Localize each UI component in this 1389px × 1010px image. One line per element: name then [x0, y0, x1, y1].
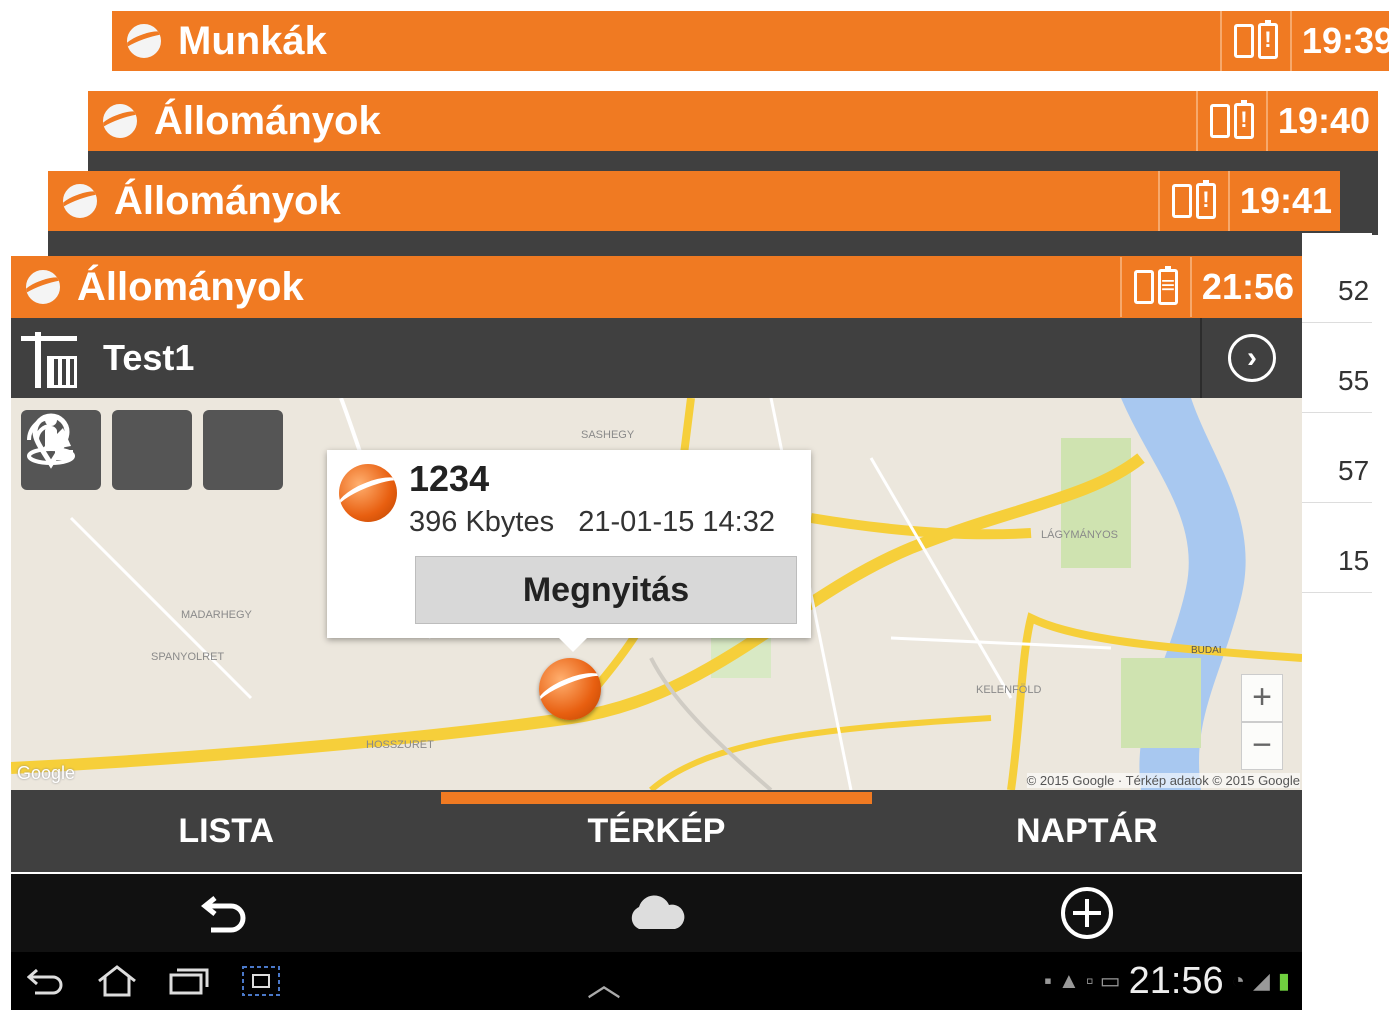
map-place-label: SPANYOLRET — [151, 651, 224, 663]
map-view[interactable]: SASHEGY MADARHEGY SPANYOLRET HOSSZURET L… — [11, 398, 1302, 790]
device-status-icon — [1160, 180, 1228, 219]
project-details-button[interactable]: › — [1202, 334, 1302, 382]
notification-icons: ▪ ▲ ▫ ▭ — [1044, 968, 1121, 993]
sync-button[interactable] — [441, 874, 871, 952]
back-button[interactable] — [11, 874, 441, 952]
map-copyright[interactable]: © 2015 Google · Térkép adatok © 2015 Goo… — [1026, 773, 1300, 788]
recent-apps-icon[interactable] — [167, 965, 211, 997]
crane-icon — [21, 328, 81, 388]
file-name: 1234 — [409, 458, 490, 499]
list-item: 52 — [1302, 233, 1372, 323]
clock: 21:56 — [1201, 266, 1294, 307]
clock: 19:39 — [1301, 20, 1389, 61]
device-status-icon[interactable] — [1122, 266, 1190, 305]
cloud-icon — [632, 895, 685, 929]
screenshot-icon[interactable] — [239, 965, 283, 997]
chevron-up-icon[interactable]: ︿ — [587, 957, 1044, 1006]
map-road-label: BUDAI — [1191, 645, 1222, 656]
device-status-icon — [1222, 20, 1290, 59]
file-logo-icon — [339, 464, 397, 522]
list-item: 55 — [1302, 323, 1372, 413]
clock: 19:40 — [1277, 100, 1370, 141]
home-icon[interactable] — [95, 965, 139, 997]
signal-strength-icon: ◢ — [1252, 968, 1270, 993]
project-name: Test1 — [103, 337, 195, 378]
tab-lista[interactable]: LISTA — [11, 790, 441, 872]
system-clock: 21:56 — [1128, 959, 1224, 1002]
add-circle-icon — [1060, 887, 1113, 939]
project-bar: Test1 › — [11, 318, 1302, 398]
zoom-out-button[interactable]: − — [1241, 722, 1283, 770]
tab-naptar[interactable]: NAPTÁR — [872, 790, 1302, 872]
list-item: 57 — [1302, 413, 1372, 503]
clock: 19:41 — [1239, 180, 1332, 221]
action-bar — [11, 874, 1302, 952]
my-location-button[interactable] — [27, 410, 283, 490]
system-bar: ︿ ▪ ▲ ▫ ▭ 21:56 ◔ ◢ ▮ — [11, 952, 1302, 1010]
view-tabs: LISTA TÉRKÉP NAPTÁR — [11, 790, 1302, 872]
map-marker-icon[interactable] — [539, 658, 601, 720]
window-title: Állományok — [114, 178, 341, 223]
app-logo-icon — [23, 267, 63, 307]
window-title: Állományok — [154, 98, 381, 143]
file-info-popup: 1234 396 Kbytes 21-01-15 14:32 Megnyitás — [327, 450, 811, 652]
open-button[interactable]: Megnyitás — [415, 556, 797, 624]
window-allomanyok-main: Állományok 21:56 Test1 › — [11, 256, 1302, 1010]
title-bar: Állományok 19:40 — [88, 91, 1378, 151]
app-logo-icon — [60, 181, 100, 221]
map-place-label: MADARHEGY — [181, 609, 253, 621]
google-logo: Google — [17, 763, 76, 783]
file-details: 396 Kbytes 21-01-15 14:32 — [409, 506, 775, 538]
location-button[interactable] — [32, 410, 192, 490]
title-bar: Állományok 19:41 — [48, 171, 1340, 231]
add-button[interactable] — [872, 874, 1302, 952]
battery-icon: ▮ — [1277, 968, 1290, 993]
map-place-label: HOSSZURET — [366, 739, 434, 751]
system-back-icon[interactable] — [27, 966, 67, 996]
window-title: Munkák — [178, 18, 327, 63]
map-place-label: LÁGYMÁNYOS — [1041, 528, 1118, 541]
person-location-icon — [27, 414, 75, 465]
wifi-icon: ◔ — [1231, 968, 1245, 993]
background-list: 52 55 57 15 — [1302, 233, 1372, 633]
map-place-label: KELENFÖLD — [976, 684, 1041, 696]
device-status-icon — [1198, 100, 1266, 139]
list-item: 15 — [1302, 503, 1372, 593]
window-title: Állományok — [77, 264, 304, 309]
tab-terkep[interactable]: TÉRKÉP — [441, 790, 872, 872]
title-bar: Munkák 19:39 — [112, 11, 1389, 71]
undo-icon — [201, 896, 246, 933]
app-logo-icon — [124, 21, 164, 61]
map-place-label: SASHEGY — [581, 429, 635, 441]
map-toolbar — [21, 410, 283, 490]
zoom-in-button[interactable]: + — [1241, 674, 1283, 722]
app-logo-icon — [100, 101, 140, 141]
chevron-right-icon: › — [1228, 334, 1276, 382]
title-bar: Állományok 21:56 — [11, 256, 1302, 318]
zoom-controls: + − — [1241, 674, 1283, 770]
